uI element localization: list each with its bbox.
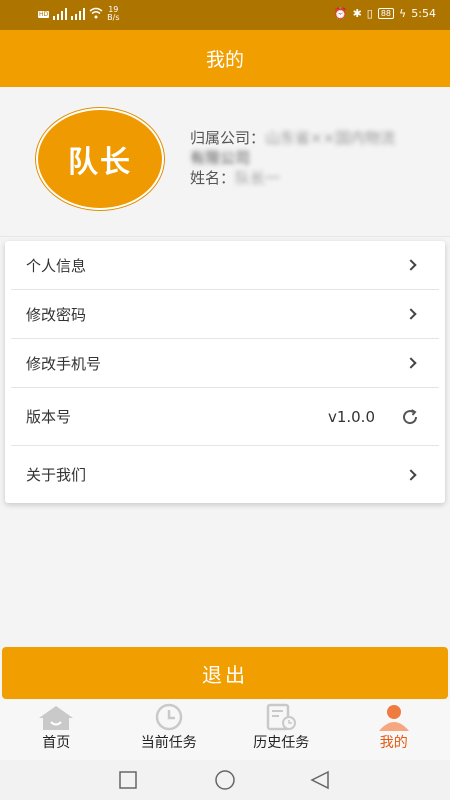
menu-item-version[interactable]: 版本号 v1.0.0 xyxy=(11,388,439,446)
chevron-right-icon xyxy=(405,468,417,481)
back-button[interactable] xyxy=(310,770,329,790)
page-header: 我的 xyxy=(0,30,450,87)
status-bar: HD 19 B/s ⏰ ✱ ▯ 88 ϟ 5:54 xyxy=(0,0,450,30)
menu-item-personal-info[interactable]: 个人信息 xyxy=(11,241,439,290)
tab-label: 我的 xyxy=(379,735,408,751)
system-navigation-bar xyxy=(0,760,450,800)
tab-mine[interactable]: 我的 xyxy=(338,700,450,760)
tab-label: 历史任务 xyxy=(253,735,310,751)
signal-icon-2 xyxy=(71,8,86,20)
name-line: 姓名：队长一 xyxy=(190,168,440,188)
name-label: 姓名： xyxy=(190,169,236,187)
name-value: 队长一 xyxy=(235,169,281,187)
menu-item-about-us[interactable]: 关于我们 xyxy=(11,446,439,503)
menu-item-label: 关于我们 xyxy=(26,466,87,484)
bottom-tab-bar: 首页 当前任务 历史任务 我的 xyxy=(0,700,450,760)
version-value: v1.0.0 xyxy=(327,407,375,426)
home-button[interactable] xyxy=(215,770,235,790)
signal-icon xyxy=(53,8,68,20)
tab-label: 当前任务 xyxy=(140,735,197,751)
battery-icon: 88 xyxy=(377,8,395,19)
menu-item-label: 个人信息 xyxy=(26,256,87,275)
network-speed: 19 B/s xyxy=(107,5,120,22)
network-indicators: HD 19 B/s xyxy=(38,6,120,22)
vibrate-icon: ▯ xyxy=(366,7,373,20)
tab-current-tasks[interactable]: 当前任务 xyxy=(113,700,226,760)
clock-icon xyxy=(155,703,182,731)
person-icon xyxy=(378,705,409,731)
company-label: 归属公司： xyxy=(190,129,266,147)
menu-item-label: 修改手机号 xyxy=(26,354,102,373)
clock-time: 5:54 xyxy=(411,7,436,20)
chevron-right-icon xyxy=(405,308,417,320)
tab-home[interactable]: 首页 xyxy=(0,700,113,760)
alarm-icon: ⏰ xyxy=(333,7,348,20)
chevron-right-icon xyxy=(405,259,417,271)
menu-item-change-password[interactable]: 修改密码 xyxy=(11,290,439,339)
recent-apps-button[interactable] xyxy=(119,771,137,789)
chevron-right-icon xyxy=(405,357,417,369)
page-title: 我的 xyxy=(205,49,244,71)
tab-label: 首页 xyxy=(42,735,71,751)
menu-item-label: 修改密码 xyxy=(26,305,87,324)
company-value: 山东省××国内物流 xyxy=(265,129,396,147)
system-indicators: ⏰ ✱ ▯ 88 ϟ 5:54 xyxy=(334,7,436,20)
tab-history-tasks[interactable]: 历史任务 xyxy=(225,700,338,760)
history-document-icon xyxy=(267,703,297,731)
menu-item-change-phone[interactable]: 修改手机号 xyxy=(11,339,439,388)
settings-menu: 个人信息 修改密码 修改手机号 版本号 v1.0.0 关于我们 xyxy=(5,241,445,503)
avatar: 队长 xyxy=(36,108,164,210)
home-icon xyxy=(39,706,74,730)
hd-icon: HD xyxy=(38,10,50,18)
company-value-continued: 有限公司 xyxy=(190,149,251,167)
menu-item-label: 版本号 xyxy=(26,408,72,426)
bluetooth-icon: ✱ xyxy=(352,7,362,20)
charging-icon: ϟ xyxy=(399,7,407,20)
company-line: 归属公司：山东省××国内物流 xyxy=(190,128,440,148)
refresh-icon[interactable] xyxy=(401,408,419,426)
logout-button[interactable]: 退出 xyxy=(2,647,448,699)
wifi-icon xyxy=(89,7,103,22)
profile-info: 归属公司：山东省××国内物流 有限公司 姓名：队长一 xyxy=(190,128,440,188)
